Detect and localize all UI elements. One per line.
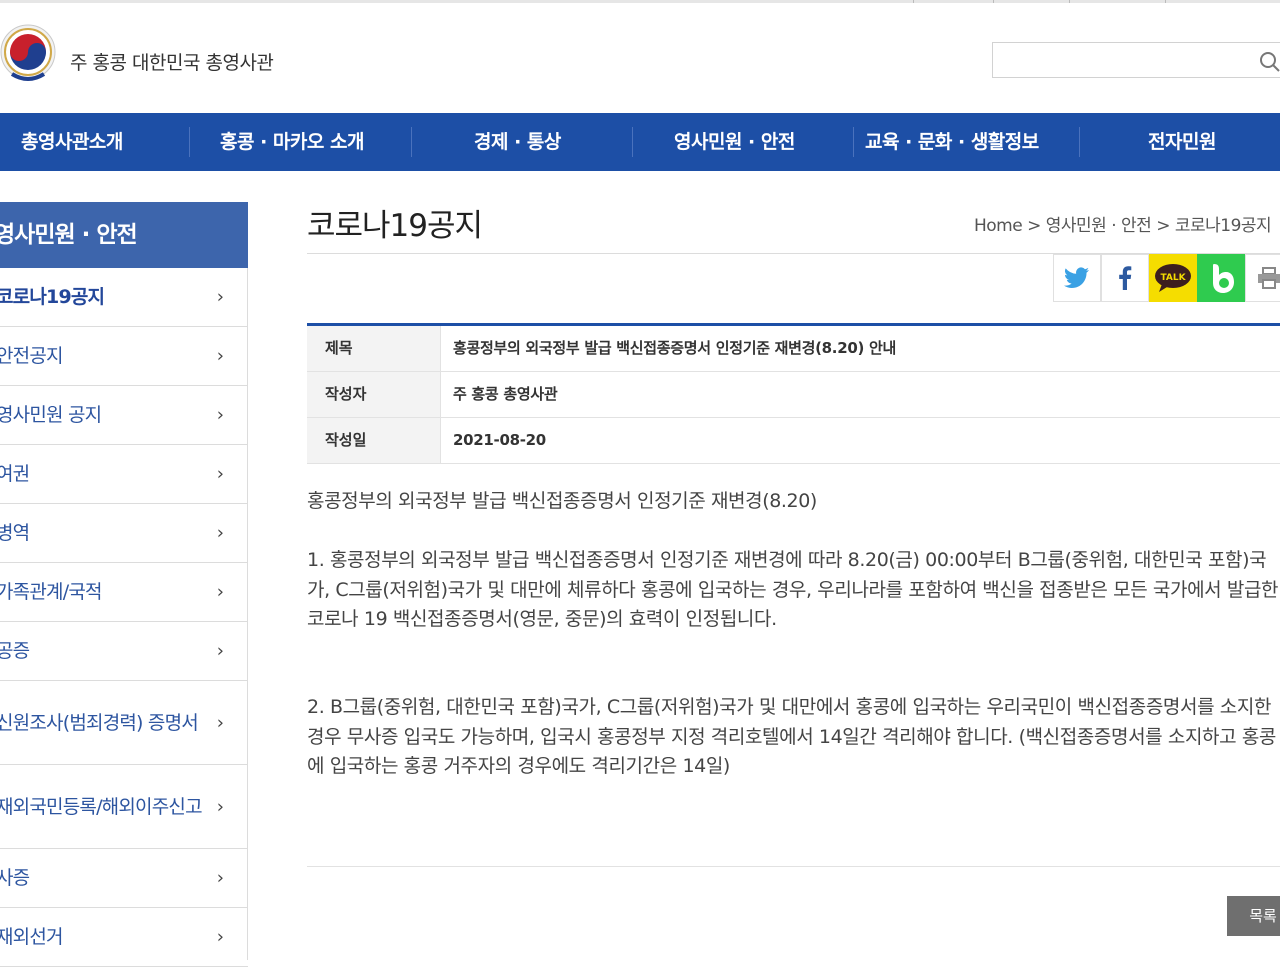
- date-value: 2021-08-20: [453, 431, 546, 449]
- gnb-item-economy-trade[interactable]: 경제 · 통상: [474, 113, 561, 171]
- table-row: 작성일 2021-08-20: [307, 418, 1280, 464]
- band-share-button[interactable]: [1197, 254, 1245, 302]
- sidebar-item-overseas-voting[interactable]: 재외선거 ›: [0, 908, 248, 967]
- breadcrumb[interactable]: Home > 영사민원 · 안전 > 코로나19공지: [974, 211, 1272, 236]
- chevron-right-icon: ›: [216, 463, 224, 485]
- page-title: 코로나19공지: [307, 208, 483, 244]
- subject-value: 홍콩정부의 외국정부 발급 백신접종증명서 인정기준 재변경(8.20) 안내: [453, 339, 896, 357]
- content-divider: [307, 866, 1280, 867]
- kakaotalk-label: TALK: [1160, 273, 1186, 283]
- search-icon[interactable]: [1258, 50, 1280, 72]
- sidebar-item-label: 재외선거: [0, 926, 64, 948]
- sidebar-item-covid19-notice[interactable]: 코로나19공지 ›: [0, 268, 248, 327]
- sidebar-title-text: 영사민원 · 안전: [0, 222, 138, 248]
- post-paragraph-2: 2. B그룹(중위험, 대한민국 포함)국가, C그룹(저위험)국가 및 대만에…: [307, 696, 1276, 777]
- chevron-right-icon: ›: [216, 926, 224, 948]
- facebook-share-button[interactable]: [1101, 254, 1149, 302]
- site-title[interactable]: 주 홍콩 대한민국 총영사관: [70, 48, 274, 75]
- sidebar-item-label: 코로나19공지: [0, 286, 105, 308]
- twitter-icon: [1064, 267, 1089, 288]
- post-info-table: 제목 홍콩정부의 외국정부 발급 백신접종증명서 인정기준 재변경(8.20) …: [307, 323, 1280, 464]
- sidebar-item-criminal-record[interactable]: 신원조사(범죄경력) 증명서 ›: [0, 681, 248, 765]
- author-value: 주 홍콩 총영사관: [453, 385, 558, 403]
- sidebar-item-label: 여권: [0, 463, 30, 485]
- chevron-right-icon: ›: [216, 581, 224, 603]
- sidebar-item-overseas-registration[interactable]: 재외국민등록/해외이주신고 ›: [0, 765, 248, 849]
- sidebar-item-label: 안전공지: [0, 345, 64, 367]
- sidebar-item-label: 재외국민등록/해외이주신고: [0, 795, 203, 818]
- gnb-item-hongkong-macau[interactable]: 홍콩 · 마카오 소개: [220, 113, 364, 171]
- sidebar-item-consular-notice[interactable]: 영사민원 공지 ›: [0, 386, 248, 445]
- chevron-right-icon: ›: [216, 712, 224, 733]
- band-icon: [1213, 264, 1234, 293]
- gnb-item-e-civil[interactable]: 전자민원: [1148, 113, 1216, 171]
- twitter-share-button[interactable]: [1053, 254, 1101, 302]
- sidebar-divider: [247, 268, 248, 960]
- search-input[interactable]: [992, 42, 1280, 78]
- sidebar-item-passport[interactable]: 여권 ›: [0, 445, 248, 504]
- gnb-item-consular-safety[interactable]: 영사민원 · 안전: [674, 113, 795, 171]
- sidebar-item-visa[interactable]: 사증 ›: [0, 849, 248, 908]
- sidebar-item-safety-notice[interactable]: 안전공지 ›: [0, 327, 248, 386]
- main-navigation: 총영사관소개 홍콩 · 마카오 소개 경제 · 통상 영사민원 · 안전 교육 …: [0, 113, 1280, 171]
- sidebar-item-label: 영사민원 공지: [0, 404, 102, 426]
- consulate-emblem-icon[interactable]: [0, 22, 60, 88]
- gnb-item-education-culture[interactable]: 교육 · 문화 · 생활정보: [865, 113, 1039, 171]
- sidebar-item-family-nationality[interactable]: 가족관계/국적 ›: [0, 563, 248, 622]
- gnb-item-consulate-intro[interactable]: 총영사관소개: [21, 113, 123, 171]
- kakaotalk-icon: TALK: [1155, 264, 1191, 292]
- subject-label: 제목: [307, 326, 441, 371]
- author-label: 작성자: [307, 372, 441, 417]
- chevron-right-icon: ›: [216, 404, 224, 426]
- chevron-right-icon: ›: [216, 796, 224, 817]
- top-border: [0, 0, 1280, 3]
- sidebar-item-label: 가족관계/국적: [0, 581, 102, 603]
- sidebar-item-label: 신원조사(범죄경력) 증명서: [0, 711, 199, 734]
- post-paragraph-1: 1. 홍콩정부의 외국정부 발급 백신접종증명서 인정기준 재변경에 따라 8.…: [307, 549, 1279, 630]
- sidebar-item-label: 공증: [0, 640, 30, 662]
- sidebar-item-label: 병역: [0, 522, 30, 544]
- chevron-right-icon: ›: [216, 867, 224, 889]
- print-button[interactable]: [1245, 254, 1280, 302]
- sidebar-item-notarization[interactable]: 공증 ›: [0, 622, 248, 681]
- chevron-right-icon: ›: [216, 286, 224, 308]
- post-heading: 홍콩정부의 외국정부 발급 백신접종증명서 인정기준 재변경(8.20): [307, 490, 817, 512]
- kakaotalk-share-button[interactable]: TALK: [1149, 254, 1197, 302]
- sidebar-item-military-service[interactable]: 병역 ›: [0, 504, 248, 563]
- chevron-right-icon: ›: [216, 522, 224, 544]
- sidebar-item-label: 사증: [0, 867, 30, 889]
- table-row: 작성자 주 홍콩 총영사관: [307, 372, 1280, 418]
- date-label: 작성일: [307, 418, 441, 463]
- table-row: 제목 홍콩정부의 외국정부 발급 백신접종증명서 인정기준 재변경(8.20) …: [307, 326, 1280, 372]
- sidebar-menu: 코로나19공지 › 안전공지 › 영사민원 공지 › 여권 › 병역 › 가족관…: [0, 268, 248, 967]
- chevron-right-icon: ›: [216, 345, 224, 367]
- sidebar-title: 영사민원 · 안전: [0, 202, 248, 268]
- chevron-right-icon: ›: [216, 640, 224, 662]
- facebook-icon: [1119, 266, 1132, 290]
- print-icon: [1258, 267, 1280, 289]
- list-button[interactable]: 목록: [1227, 896, 1280, 936]
